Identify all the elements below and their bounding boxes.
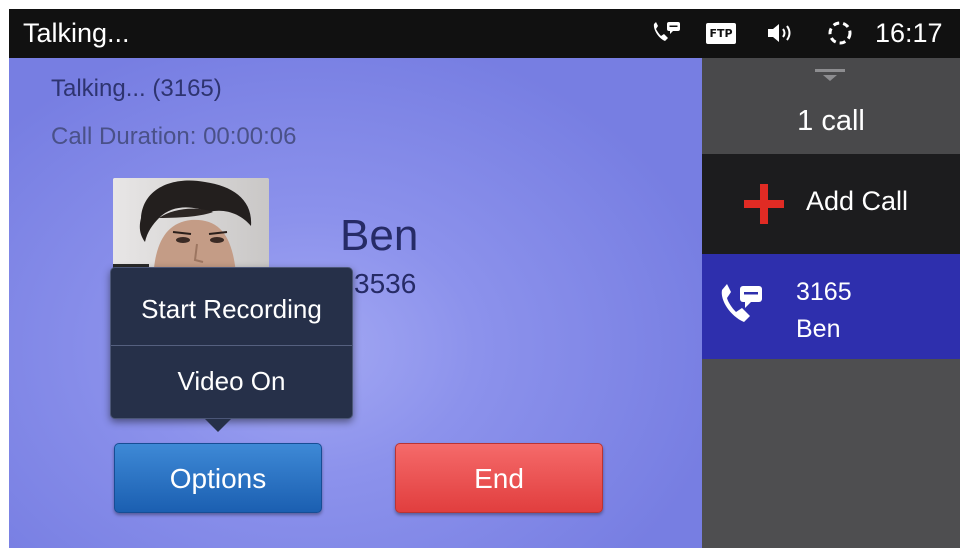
add-call-button[interactable]: Add Call <box>702 154 960 254</box>
call-duration-text: Call Duration: 00:00:06 <box>51 123 297 150</box>
phone-chat-icon <box>649 20 683 46</box>
plus-icon <box>744 184 784 229</box>
contact-name: Ben <box>340 211 419 260</box>
status-bar: Talking... FTP 16:17 <box>9 9 960 58</box>
speaker-volume-icon <box>764 20 798 46</box>
call-area: Talking... (3165) Call Duration: 00:00:0… <box>9 58 702 548</box>
status-title: Talking... <box>23 18 130 48</box>
phone-screen: Talking... FTP 16:17 Talking... (3165) C… <box>9 9 960 548</box>
active-call-name: Ben <box>796 315 841 343</box>
options-button[interactable]: Options <box>114 443 322 513</box>
contact-number: 3536 <box>354 268 417 299</box>
call-count-header[interactable]: 1 call <box>702 58 960 154</box>
options-popup-menu: Start Recording Video On <box>110 267 353 419</box>
start-recording-menu-item[interactable]: Start Recording <box>111 274 352 344</box>
add-call-label: Add Call <box>806 186 909 216</box>
sync-loading-icon <box>824 20 856 46</box>
end-call-button[interactable]: End <box>395 443 603 513</box>
ftp-icon: FTP <box>706 23 736 44</box>
status-time: 16:17 <box>875 18 943 48</box>
calls-side-panel: 1 call Add Call 3165 Ben <box>702 58 960 548</box>
active-call-number: 3165 <box>796 278 852 306</box>
active-call-item[interactable]: 3165 Ben <box>702 254 960 359</box>
popup-pointer <box>205 419 231 432</box>
call-status-text: Talking... (3165) <box>51 75 222 102</box>
pull-handle-icon <box>815 68 845 89</box>
call-count-label: 1 call <box>797 105 865 137</box>
phone-chat-icon <box>716 282 766 335</box>
video-on-menu-item[interactable]: Video On <box>111 346 352 416</box>
